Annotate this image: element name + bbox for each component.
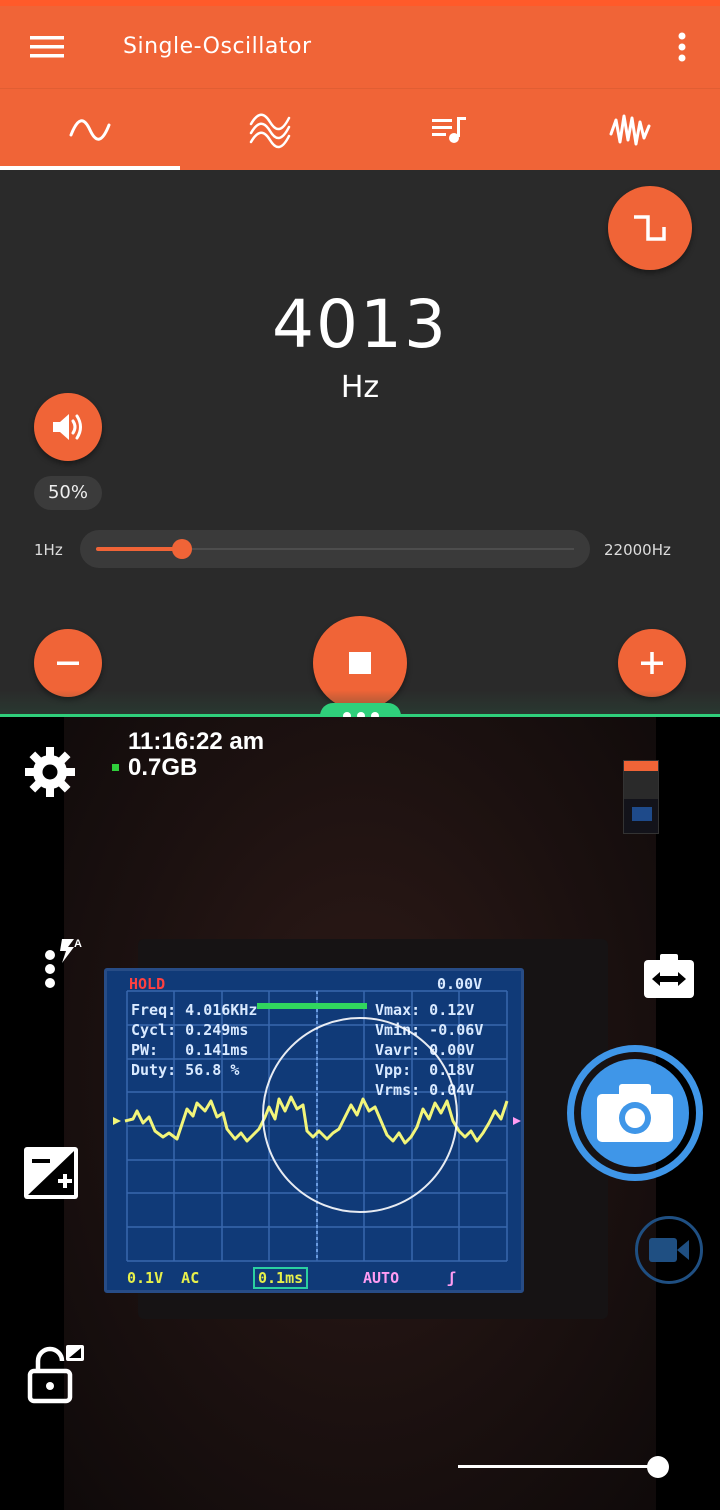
volume-percentage: 50% — [34, 476, 102, 510]
last-photo-thumbnail[interactable] — [623, 760, 659, 834]
focus-ring — [262, 1017, 458, 1213]
more-options-icon[interactable] — [668, 28, 696, 68]
volume-button[interactable] — [34, 393, 102, 461]
unlock-icon[interactable] — [24, 1343, 86, 1405]
playlist-music-icon — [432, 117, 466, 143]
memory-indicator-dot — [112, 764, 119, 771]
scope-pulse-width: PW: 0.141ms — [131, 1041, 249, 1059]
scope-mode: AUTO — [363, 1269, 400, 1287]
thumbnail-preview-bar — [624, 761, 658, 771]
increase-frequency-button[interactable] — [618, 629, 686, 697]
scope-duty: Duty: 56.8 % — [131, 1061, 240, 1079]
gear-icon[interactable] — [22, 744, 78, 800]
svg-text:A: A — [74, 938, 82, 950]
plus-icon — [641, 652, 663, 674]
noise-wave-icon — [609, 114, 651, 146]
sine-wave-icon — [69, 119, 111, 141]
memory-overlay: 0.7GB — [128, 754, 198, 781]
camera-icon — [597, 1084, 673, 1142]
scope-hold-label: HOLD — [129, 975, 166, 993]
speaker-icon — [53, 414, 82, 440]
exposure-icon[interactable] — [22, 1145, 80, 1201]
menu-icon[interactable] — [28, 28, 66, 66]
decrease-frequency-button[interactable] — [34, 629, 102, 697]
frequency-slider[interactable] — [80, 530, 590, 568]
record-video-button[interactable] — [635, 1216, 703, 1284]
waveform-select-button[interactable] — [608, 186, 692, 270]
scope-slope: ʃ — [447, 1269, 457, 1287]
frequency-value[interactable]: 4013 — [0, 286, 720, 363]
shutter-button[interactable] — [567, 1045, 703, 1181]
camera-app: HOLD 0.00V Freq: 4.016KHz Cycl: 0.249ms … — [0, 717, 720, 1510]
tab-indicator — [0, 166, 180, 170]
tab-noise[interactable] — [540, 89, 720, 171]
tab-playlist[interactable] — [360, 89, 540, 171]
scope-freq: Freq: 4.016KHz — [131, 1001, 258, 1019]
video-camera-icon — [649, 1238, 689, 1262]
scope-vmax: Vmax: 0.12V — [375, 1001, 475, 1019]
zoom-slider[interactable] — [458, 1465, 658, 1468]
slider-min-label: 1Hz — [34, 541, 63, 559]
frequency-unit: Hz — [340, 370, 380, 405]
zoom-slider-knob[interactable] — [647, 1456, 669, 1478]
multi-wave-icon — [249, 113, 291, 149]
scope-trigger-level: 0.00V — [437, 975, 483, 993]
tab-bar — [0, 88, 720, 170]
tab-single-oscillator[interactable] — [0, 89, 180, 171]
scope-time-div: 0.1ms — [253, 1267, 309, 1289]
thumbnail-preview-top — [624, 771, 658, 799]
switch-camera-icon[interactable] — [642, 952, 696, 1000]
tab-multi-oscillator[interactable] — [180, 89, 360, 171]
minus-icon — [57, 661, 79, 665]
shutter-inner — [581, 1059, 689, 1167]
slider-fill — [96, 547, 183, 551]
scope-cycle: Cycl: 0.249ms — [131, 1021, 249, 1039]
app-title: Single-Oscillator — [123, 34, 312, 59]
stop-icon — [349, 652, 371, 674]
thumbnail-preview-bottom — [624, 799, 658, 833]
flash-auto-icon[interactable]: A — [38, 935, 88, 997]
clock-overlay: 11:16:22 am — [128, 728, 265, 755]
scope-volt-div: 0.1V AC — [127, 1269, 200, 1287]
oscillator-app: Single-Oscillator 4013 Hz 50% 1Hz 22000H… — [0, 0, 720, 716]
thumbnail-preview-scope — [632, 807, 652, 821]
slider-thumb[interactable] — [172, 539, 193, 559]
app-bar: Single-Oscillator — [0, 6, 720, 88]
slider-max-label: 22000Hz — [604, 541, 671, 559]
square-wave-icon — [634, 215, 666, 241]
